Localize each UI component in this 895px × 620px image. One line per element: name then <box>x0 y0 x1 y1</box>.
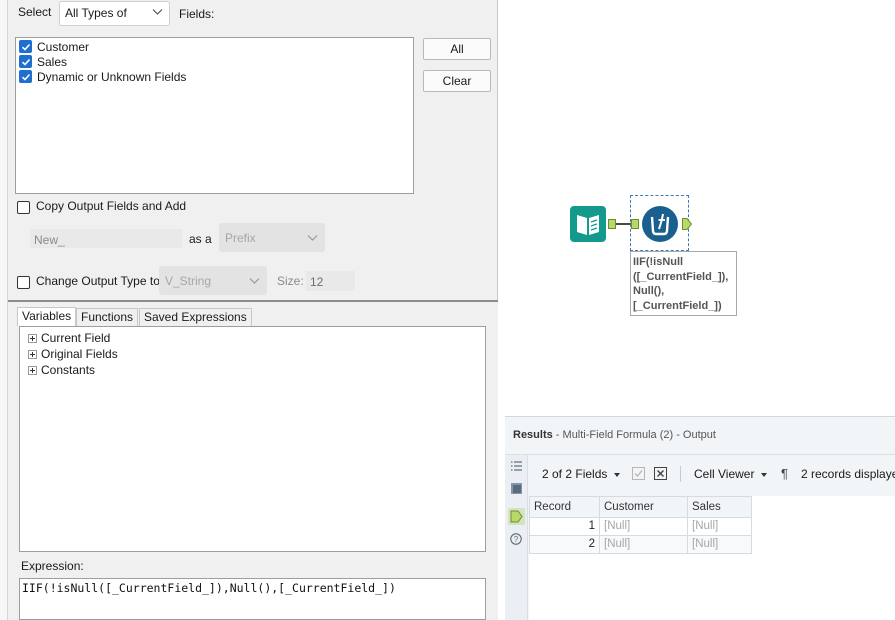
tree-item-label: Current Field <box>41 331 111 345</box>
select-label: Select <box>18 5 52 19</box>
copy-output-label: Copy Output Fields and Add <box>36 199 187 213</box>
as-a-label: as a <box>189 232 212 246</box>
tree-item-constants[interactable]: Constants <box>28 362 95 378</box>
panel-edge <box>0 0 8 620</box>
field-item-sales[interactable]: Sales <box>19 54 67 69</box>
tree-item-label: Original Fields <box>41 347 118 361</box>
clear-button[interactable]: Clear <box>423 70 491 92</box>
records-count: 2 records displayed <box>801 467 895 481</box>
data-anchor-icon <box>510 510 523 523</box>
prefix-dropdown-value: Prefix <box>225 231 256 245</box>
cell-viewer-button[interactable]: Cell Viewer <box>694 467 754 481</box>
size-label: Size: <box>277 274 304 288</box>
output-anchor[interactable] <box>608 219 616 229</box>
table-cell-sales[interactable]: [Null] <box>688 518 752 536</box>
table-cell-customer[interactable]: [Null] <box>600 518 688 536</box>
output-type-dropdown[interactable]: V_String <box>159 266 267 295</box>
workflow-canvas[interactable] <box>505 0 895 416</box>
chevron-down-icon <box>249 275 260 286</box>
select-all-button[interactable]: All <box>423 38 491 60</box>
tab-variables[interactable]: Variables <box>17 307 77 326</box>
table-cell-customer[interactable]: [Null] <box>600 536 688 554</box>
chevron-down-icon <box>152 6 163 17</box>
variables-tree[interactable]: Current Field Original Fields Constants <box>19 326 486 552</box>
field-item-label: Sales <box>37 54 68 69</box>
svg-text:?: ? <box>514 535 519 544</box>
input-anchor[interactable] <box>631 219 639 229</box>
field-item-label: Customer <box>37 39 90 54</box>
tool-annotation: IIF(!isNull ([_CurrentField_]), Null(), … <box>630 251 737 316</box>
field-item-dynamic[interactable]: Dynamic or Unknown Fields <box>19 69 186 84</box>
change-output-type-checkbox[interactable] <box>17 276 30 289</box>
chevron-down-icon[interactable] <box>614 473 620 477</box>
size-input[interactable]: 12 <box>306 271 355 291</box>
fields-listbox[interactable]: Customer Sales Dynamic or Unknown Fields <box>15 37 414 194</box>
column-header-record[interactable]: Record <box>529 497 600 518</box>
tab-functions[interactable]: Functions <box>76 308 139 326</box>
copy-output-checkbox[interactable] <box>17 201 30 214</box>
table-cell-sales[interactable]: [Null] <box>688 536 752 554</box>
input-tool[interactable] <box>569 205 607 243</box>
help-icon[interactable]: ? <box>510 533 522 548</box>
tree-item-label: Constants <box>41 363 96 377</box>
prefix-input[interactable]: New_ <box>30 229 182 248</box>
prefix-suffix-dropdown[interactable]: Prefix <box>219 223 325 252</box>
multi-field-formula-icon <box>642 206 678 242</box>
column-header-customer[interactable]: Customer <box>600 497 688 518</box>
results-header-divider <box>505 454 895 455</box>
field-type-dropdown[interactable]: All Types of <box>59 1 170 26</box>
toolbar-separator <box>680 466 681 482</box>
table-row-record[interactable]: 1 <box>529 518 600 536</box>
output-type-value: V_String <box>165 274 212 288</box>
results-title-rest: - Multi-Field Formula (2) - Output <box>552 429 716 441</box>
data-view-button[interactable] <box>508 508 525 525</box>
expression-label: Expression: <box>21 559 84 573</box>
fields-selector[interactable]: 2 of 2 Fields <box>542 467 607 481</box>
tree-item-current-field[interactable]: Current Field <box>28 330 110 346</box>
expand-plus-icon[interactable] <box>28 365 37 375</box>
fields-label: Fields: <box>179 7 215 21</box>
checkbox-checked-icon[interactable] <box>19 70 32 83</box>
metadata-icon[interactable] <box>510 482 523 498</box>
output-anchor[interactable] <box>682 218 693 230</box>
field-item-customer[interactable]: Customer <box>19 39 89 54</box>
expand-plus-icon[interactable] <box>28 333 37 343</box>
table-row-record[interactable]: 2 <box>529 536 600 554</box>
chevron-down-icon[interactable] <box>761 473 767 477</box>
tab-saved-expressions[interactable]: Saved Expressions <box>139 308 252 326</box>
checkbox-checked-icon[interactable] <box>19 40 32 53</box>
pilcrow-icon[interactable]: ¶ <box>781 466 788 481</box>
checkmark-icon[interactable] <box>632 467 645 483</box>
expression-editor[interactable]: IIF(!isNull([_CurrentField_]),Null(),[_C… <box>19 578 486 620</box>
book-icon <box>570 206 606 242</box>
chevron-down-icon <box>307 232 318 243</box>
list-view-icon[interactable] <box>510 460 523 475</box>
field-type-value: All Types of <box>65 6 127 20</box>
close-box-icon[interactable] <box>654 467 667 483</box>
tree-item-original-fields[interactable]: Original Fields <box>28 346 118 362</box>
results-title-bold: Results <box>513 429 553 441</box>
expand-plus-icon[interactable] <box>28 349 37 359</box>
column-header-sales[interactable]: Sales <box>688 497 752 518</box>
multi-field-formula-tool[interactable] <box>641 205 679 243</box>
change-output-type-label: Change Output Type to <box>36 274 160 288</box>
field-item-label: Dynamic or Unknown Fields <box>37 69 187 84</box>
checkbox-checked-icon[interactable] <box>19 55 32 68</box>
results-title: Results - Multi-Field Formula (2) - Outp… <box>513 429 716 441</box>
